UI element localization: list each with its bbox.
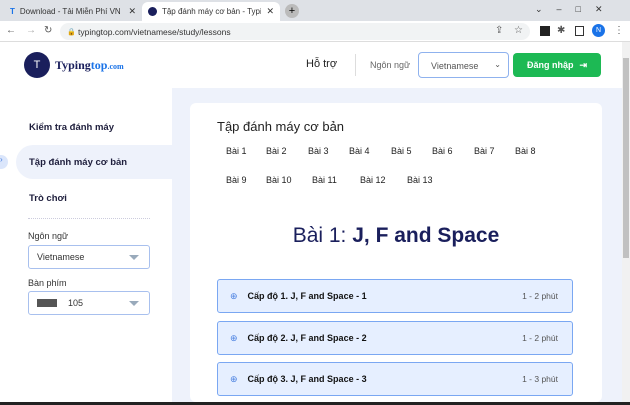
lesson-button[interactable]: Bài 9 — [226, 175, 247, 185]
lesson-heading: Bài 1: J, F and Space — [190, 224, 602, 248]
level-duration: 1 - 3 phút — [522, 374, 558, 384]
lesson-button[interactable]: Bài 13 — [407, 175, 433, 185]
language-label: Ngôn ngữ — [370, 60, 411, 70]
level-item[interactable]: ⊕ Cấp độ 3. J, F and Space - 3 1 - 3 phút — [217, 362, 573, 396]
sidebar-item-typing-test[interactable]: Kiểm tra đánh máy — [16, 110, 172, 144]
address-bar[interactable]: 🔒 typingtop.com/vietnamese/study/lessons — [60, 23, 530, 40]
sidebar-language-label: Ngôn ngữ — [28, 231, 69, 241]
typingtop-favicon-icon — [148, 7, 157, 16]
logo-com: .com — [107, 62, 124, 71]
level-title: Cấp độ 2. J, F and Space - 2 — [247, 333, 367, 343]
lesson-button[interactable]: Bài 4 — [349, 146, 370, 156]
logo-text[interactable]: Typingtop.com — [55, 58, 124, 73]
lock-icon: ⊕ — [230, 290, 238, 301]
lesson-name: J, F and Space — [352, 224, 500, 247]
lock-icon: 🔒 — [67, 28, 76, 36]
page-title: Tập đánh máy cơ bản — [217, 119, 345, 134]
extensions-puzzle-icon[interactable]: ✱ — [557, 25, 565, 36]
level-duration: 1 - 2 phút — [522, 333, 558, 343]
language-value: Vietnamese — [431, 61, 479, 71]
extension-icon[interactable] — [540, 26, 550, 36]
share-icon[interactable]: ⇪ — [495, 25, 503, 36]
sidebar-language-select[interactable]: Vietnamese — [28, 245, 150, 269]
tab-typingtop[interactable]: Tập đánh máy cơ bản - TypingTo ✕ — [142, 2, 280, 21]
profile-avatar[interactable]: N — [592, 24, 605, 37]
logo-icon[interactable]: T — [24, 52, 50, 78]
lock-icon: ⊕ — [230, 332, 238, 343]
lesson-button[interactable]: Bài 2 — [266, 146, 287, 156]
keyboard-value: 105 — [68, 298, 84, 308]
lesson-button[interactable]: Bài 12 — [360, 175, 386, 185]
divider — [355, 54, 356, 76]
back-icon[interactable]: ← — [6, 25, 16, 36]
close-tab-icon[interactable]: ✕ — [128, 6, 136, 17]
sidebar-item-basic-typing[interactable]: Tập đánh máy cơ bản — [16, 145, 172, 179]
support-link[interactable]: Hỗ trợ — [306, 58, 337, 70]
lesson-button[interactable]: Bài 8 — [515, 146, 536, 156]
tab-label: Tập đánh máy cơ bản - TypingTo — [161, 7, 262, 16]
level-item[interactable]: ⊕ Cấp độ 1. J, F and Space - 1 1 - 2 phút — [217, 279, 573, 313]
keyboard-label: Bàn phím — [28, 278, 67, 288]
caret-down-icon — [129, 255, 139, 260]
sidebar-item-games[interactable]: Trò chơi — [16, 181, 172, 215]
keyboard-select[interactable]: 105 — [28, 291, 150, 315]
lesson-button[interactable]: Bài 3 — [308, 146, 329, 156]
tab-download[interactable]: T Download - Tải Miễn Phí VN - Ph ✕ — [4, 2, 142, 21]
scrollbar-thumb[interactable] — [623, 58, 629, 258]
new-tab-button[interactable]: + — [285, 4, 299, 18]
bookmark-star-icon[interactable]: ☆ — [514, 25, 523, 36]
caret-down-icon — [129, 301, 139, 306]
tab-label: Download - Tải Miễn Phí VN - Ph — [19, 7, 120, 16]
lesson-number: Bài 1: — [292, 224, 347, 247]
lesson-button[interactable]: Bài 10 — [266, 175, 292, 185]
url-text: typingtop.com/vietnamese/study/lessons — [78, 26, 231, 37]
menu-icon[interactable]: ⋮ — [614, 25, 624, 36]
logo-typing: Typing — [55, 58, 91, 72]
reload-icon[interactable]: ↻ — [44, 25, 52, 36]
lesson-button[interactable]: Bài 5 — [391, 146, 412, 156]
close-tab-icon[interactable]: ✕ — [266, 6, 274, 17]
site-favicon-icon: T — [10, 7, 15, 16]
lesson-button[interactable]: Bài 7 — [474, 146, 495, 156]
window-controls[interactable]: ⌄–□✕ — [535, 4, 617, 15]
lock-icon: ⊕ — [230, 373, 238, 384]
level-title: Cấp độ 1. J, F and Space - 1 — [247, 291, 367, 301]
lesson-button[interactable]: Bài 6 — [432, 146, 453, 156]
side-panel-icon[interactable] — [575, 26, 584, 36]
login-button[interactable]: Đăng nhập ⇥ — [513, 53, 601, 77]
lesson-button[interactable]: Bài 1 — [226, 146, 247, 156]
login-icon: ⇥ — [579, 59, 588, 70]
language-select[interactable]: Vietnamese ⌄ — [418, 52, 509, 78]
forward-icon[interactable]: → — [26, 25, 36, 36]
keyboard-icon — [37, 299, 57, 307]
level-title: Cấp độ 3. J, F and Space - 3 — [247, 374, 367, 384]
login-label: Đăng nhập — [526, 60, 574, 70]
chevron-down-icon: ⌄ — [494, 60, 501, 69]
logo-top: top — [90, 58, 108, 72]
level-duration: 1 - 2 phút — [522, 291, 558, 301]
level-item[interactable]: ⊕ Cấp độ 2. J, F and Space - 2 1 - 2 phút — [217, 321, 573, 355]
lesson-button[interactable]: Bài 11 — [312, 175, 337, 185]
sidebar-language-value: Vietnamese — [37, 252, 85, 262]
divider — [28, 218, 150, 219]
